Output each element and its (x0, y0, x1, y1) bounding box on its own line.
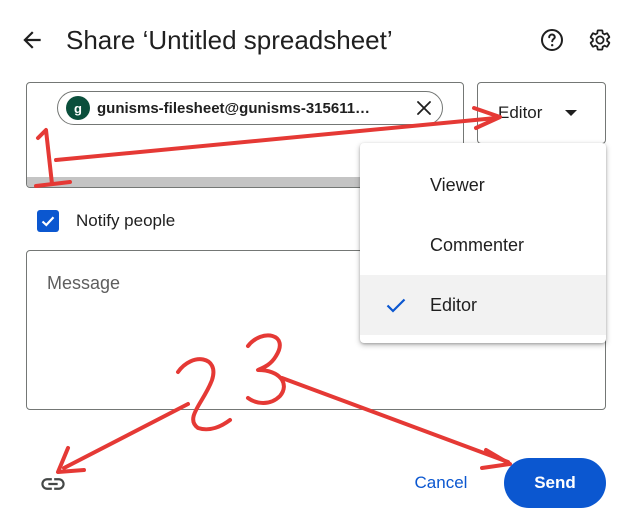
caret-down-icon (565, 110, 577, 116)
arrow-left-icon (23, 31, 41, 49)
role-menu: Viewer Commenter Editor (360, 143, 606, 343)
annotation-arrowhead-3 (480, 448, 512, 470)
remove-recipient-button[interactable] (414, 98, 434, 118)
menu-item-label: Viewer (430, 174, 485, 195)
back-button[interactable] (14, 22, 50, 58)
menu-item-editor[interactable]: Editor (360, 275, 606, 335)
notify-people-checkbox[interactable] (37, 210, 59, 232)
message-placeholder: Message (47, 273, 121, 293)
check-icon (386, 298, 406, 313)
close-icon (417, 101, 431, 115)
avatar: g (66, 96, 90, 120)
role-select-value: Editor (498, 103, 543, 122)
notify-people-label: Notify people (76, 211, 176, 230)
settings-button[interactable] (582, 22, 618, 58)
help-circle-icon (541, 29, 563, 51)
link-icon (41, 478, 65, 490)
menu-item-label: Commenter (430, 234, 525, 255)
help-button[interactable] (534, 22, 570, 58)
copy-link-button[interactable] (36, 467, 70, 501)
cancel-button[interactable]: Cancel (402, 462, 480, 504)
role-select[interactable]: Editor (477, 82, 606, 144)
menu-item-label: Editor (430, 294, 478, 315)
annotation-arrow-2 (62, 402, 190, 470)
menu-item-viewer[interactable]: Viewer (360, 155, 606, 215)
send-button[interactable]: Send (504, 458, 606, 508)
horizontal-scrollbar[interactable] (27, 177, 367, 187)
dialog-title: Share ‘Untitled spreadsheet’ (66, 25, 393, 55)
recipient-chip[interactable]: g gunisms-filesheet@gunisms-315611… (57, 91, 443, 125)
gear-icon (589, 29, 611, 51)
checkmark-icon (41, 216, 55, 227)
recipient-email: gunisms-filesheet@gunisms-315611… (97, 99, 371, 117)
menu-item-commenter[interactable]: Commenter (360, 215, 606, 275)
